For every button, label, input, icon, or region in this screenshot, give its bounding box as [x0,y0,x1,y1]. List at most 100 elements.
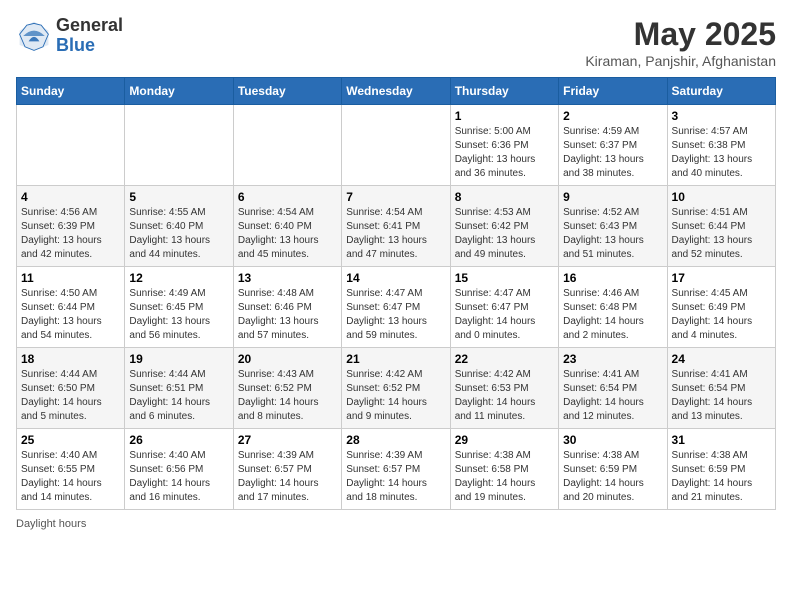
logo-general: General [56,15,123,35]
day-info: Sunrise: 4:44 AMSunset: 6:50 PMDaylight:… [21,368,120,424]
day-header-thursday: Thursday [450,78,558,105]
day-number: 12 [129,271,228,285]
calendar-cell [342,105,450,186]
calendar-header-row: SundayMondayTuesdayWednesdayThursdayFrid… [17,78,776,105]
day-number: 9 [563,190,662,204]
day-number: 17 [672,271,771,285]
calendar-cell: 25 Sunrise: 4:40 AMSunset: 6:55 PMDayligh… [17,429,125,510]
calendar-cell: 9 Sunrise: 4:52 AMSunset: 6:43 PMDaylight… [559,186,667,267]
calendar-cell: 29Sunrise: 4:38 AMSunset: 6:58 PMDayligh… [450,429,558,510]
calendar-cell: 12 Sunrise: 4:49 AMSunset: 6:45 PMDayligh… [125,267,233,348]
calendar-cell: 8 Sunrise: 4:53 AMSunset: 6:42 PMDaylight… [450,186,558,267]
calendar-cell: 2Sunrise: 4:59 AMSunset: 6:37 PMDaylight… [559,105,667,186]
day-header-monday: Monday [125,78,233,105]
calendar-week-2: 4Sunrise: 4:56 AMSunset: 6:39 PMDaylight… [17,186,776,267]
calendar-cell: 14Sunrise: 4:47 AMSunset: 6:47 PMDayligh… [342,267,450,348]
day-number: 25 [21,433,120,447]
day-number: 16 [563,271,662,285]
day-number: 23 [563,352,662,366]
day-info: Sunrise: 4:39 AMSunset: 6:57 PMDaylight:… [238,449,337,505]
calendar-cell: 22 Sunrise: 4:42 AMSunset: 6:53 PMDayligh… [450,348,558,429]
day-number: 24 [672,352,771,366]
day-number: 10 [672,190,771,204]
month-title: May 2025 [585,16,776,53]
logo: General Blue [16,16,123,56]
calendar-cell: 21Sunrise: 4:42 AMSunset: 6:52 PMDayligh… [342,348,450,429]
calendar-cell: 20 Sunrise: 4:43 AMSunset: 6:52 PMDayligh… [233,348,341,429]
calendar-cell: 5Sunrise: 4:55 AMSunset: 6:40 PMDaylight… [125,186,233,267]
day-info: Sunrise: 5:00 AMSunset: 6:36 PMDaylight:… [455,125,554,181]
day-number: 8 [455,190,554,204]
calendar-cell: 7 Sunrise: 4:54 AMSunset: 6:41 PMDaylight… [342,186,450,267]
day-info: Sunrise: 4:44 AMSunset: 6:51 PMDaylight:… [129,368,228,424]
day-info: Sunrise: 4:55 AMSunset: 6:40 PMDaylight:… [129,206,228,262]
title-block: May 2025 Kiraman, Panjshir, Afghanistan [585,16,776,69]
day-number: 13 [238,271,337,285]
day-info: Sunrise: 4:45 AMSunset: 6:49 PMDaylight:… [672,287,771,343]
calendar-cell: 26Sunrise: 4:40 AMSunset: 6:56 PMDayligh… [125,429,233,510]
day-number: 30 [563,433,662,447]
day-number: 15 [455,271,554,285]
day-number: 22 [455,352,554,366]
day-number: 4 [21,190,120,204]
day-number: 3 [672,109,771,123]
day-number: 28 [346,433,445,447]
day-info: Sunrise: 4:38 AMSunset: 6:59 PMDaylight:… [563,449,662,505]
day-info: Sunrise: 4:53 AMSunset: 6:42 PMDaylight:… [455,206,554,262]
day-info: Sunrise: 4:41 AMSunset: 6:54 PMDaylight:… [672,368,771,424]
day-header-saturday: Saturday [667,78,775,105]
day-number: 19 [129,352,228,366]
day-info: Sunrise: 4:42 AMSunset: 6:53 PMDaylight:… [455,368,554,424]
calendar-cell: 24 Sunrise: 4:41 AMSunset: 6:54 PMDayligh… [667,348,775,429]
calendar-cell: 10 Sunrise: 4:51 AMSunset: 6:44 PMDayligh… [667,186,775,267]
calendar-cell: 30 Sunrise: 4:38 AMSunset: 6:59 PMDayligh… [559,429,667,510]
calendar-cell: 27 Sunrise: 4:39 AMSunset: 6:57 PMDayligh… [233,429,341,510]
day-info: Sunrise: 4:38 AMSunset: 6:59 PMDaylight:… [672,449,771,505]
calendar-cell [125,105,233,186]
daylight-hours-label: Daylight hours [16,518,86,530]
day-info: Sunrise: 4:39 AMSunset: 6:57 PMDaylight:… [346,449,445,505]
calendar-week-5: 25 Sunrise: 4:40 AMSunset: 6:55 PMDayligh… [17,429,776,510]
calendar-cell [233,105,341,186]
location-title: Kiraman, Panjshir, Afghanistan [585,53,776,69]
day-info: Sunrise: 4:43 AMSunset: 6:52 PMDaylight:… [238,368,337,424]
calendar-week-4: 18 Sunrise: 4:44 AMSunset: 6:50 PMDayligh… [17,348,776,429]
day-number: 27 [238,433,337,447]
day-info: Sunrise: 4:41 AMSunset: 6:54 PMDaylight:… [563,368,662,424]
logo-blue-text: Blue [56,35,95,55]
day-info: Sunrise: 4:50 AMSunset: 6:44 PMDaylight:… [21,287,120,343]
day-info: Sunrise: 4:42 AMSunset: 6:52 PMDaylight:… [346,368,445,424]
day-number: 18 [21,352,120,366]
day-info: Sunrise: 4:51 AMSunset: 6:44 PMDaylight:… [672,206,771,262]
logo-text: General Blue [56,16,123,56]
logo-icon [16,18,52,54]
calendar-cell: 15Sunrise: 4:47 AMSunset: 6:47 PMDayligh… [450,267,558,348]
calendar-cell [17,105,125,186]
calendar-cell: 28 Sunrise: 4:39 AMSunset: 6:57 PMDayligh… [342,429,450,510]
day-number: 6 [238,190,337,204]
day-info: Sunrise: 4:59 AMSunset: 6:37 PMDaylight:… [563,125,662,181]
day-number: 26 [129,433,228,447]
day-info: Sunrise: 4:49 AMSunset: 6:45 PMDaylight:… [129,287,228,343]
calendar-cell: 31 Sunrise: 4:38 AMSunset: 6:59 PMDayligh… [667,429,775,510]
day-info: Sunrise: 4:40 AMSunset: 6:55 PMDaylight:… [21,449,120,505]
footer-note: Daylight hours [16,518,776,530]
day-header-friday: Friday [559,78,667,105]
day-number: 31 [672,433,771,447]
day-info: Sunrise: 4:47 AMSunset: 6:47 PMDaylight:… [346,287,445,343]
day-info: Sunrise: 4:54 AMSunset: 6:40 PMDaylight:… [238,206,337,262]
day-number: 29 [455,433,554,447]
calendar-cell: 13 Sunrise: 4:48 AMSunset: 6:46 PMDayligh… [233,267,341,348]
calendar-week-3: 11Sunrise: 4:50 AMSunset: 6:44 PMDayligh… [17,267,776,348]
calendar-week-1: 1Sunrise: 5:00 AMSunset: 6:36 PMDaylight… [17,105,776,186]
day-info: Sunrise: 4:57 AMSunset: 6:38 PMDaylight:… [672,125,771,181]
day-header-wednesday: Wednesday [342,78,450,105]
day-info: Sunrise: 4:48 AMSunset: 6:46 PMDaylight:… [238,287,337,343]
day-number: 7 [346,190,445,204]
calendar-cell: 19 Sunrise: 4:44 AMSunset: 6:51 PMDayligh… [125,348,233,429]
calendar-cell: 11Sunrise: 4:50 AMSunset: 6:44 PMDayligh… [17,267,125,348]
day-info: Sunrise: 4:52 AMSunset: 6:43 PMDaylight:… [563,206,662,262]
day-number: 20 [238,352,337,366]
day-info: Sunrise: 4:54 AMSunset: 6:41 PMDaylight:… [346,206,445,262]
page-header: General Blue May 2025 Kiraman, Panjshir,… [16,16,776,69]
